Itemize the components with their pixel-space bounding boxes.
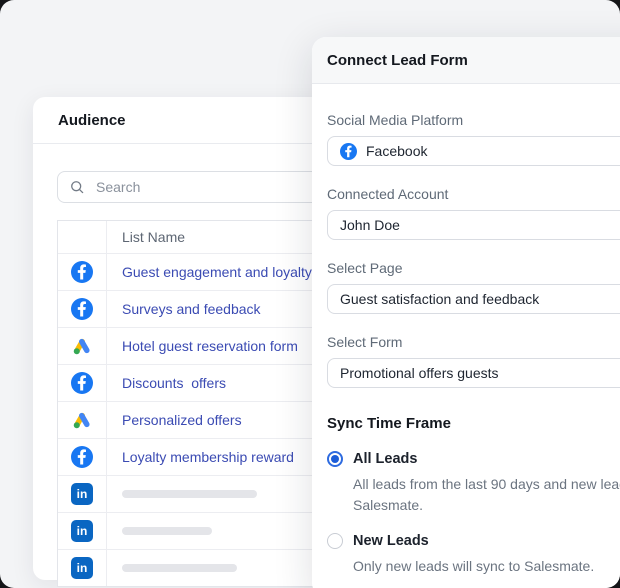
search-icon [69,179,85,195]
all-leads-label: All Leads [353,451,418,467]
form-label: Select Form [327,334,403,350]
skeleton-bar [122,564,237,572]
skeleton-bar [122,490,257,498]
linkedin-icon: in [58,550,107,586]
page-label: Select Page [327,260,403,276]
field-group-page: Select Page Guest satisfaction and feedb… [327,258,620,314]
facebook-icon [58,254,107,290]
linkedin-icon: in [58,476,107,512]
platform-select[interactable]: Facebook [327,136,620,166]
radio-option-new-leads[interactable]: New Leads Only new leads will sync to Sa… [327,530,620,577]
facebook-icon [340,142,357,160]
connect-panel-body: Social Media Platform Facebook Connected… [312,84,620,577]
radio-option-all-leads[interactable]: All Leads All leads from the last 90 day… [327,448,620,516]
account-label: Connected Account [327,186,449,202]
google-ads-icon [58,328,107,364]
connect-panel-header: Connect Lead Form [312,37,620,84]
screen: Audience List Name [0,0,620,588]
icon-column-header [58,221,107,253]
field-group-account: Connected Account John Doe [327,184,620,240]
field-group-form: Select Form Promotional offers guests [327,332,620,388]
sync-time-frame-heading: Sync Time Frame [327,415,451,432]
all-leads-description: All leads from the last 90 days and new … [353,476,620,513]
audience-title: Audience [58,111,126,129]
connect-lead-form-panel: Connect Lead Form Social Media Platform … [312,37,620,588]
radio-selected-icon[interactable] [327,451,343,467]
platform-label: Social Media Platform [327,112,464,128]
facebook-icon [58,291,107,327]
linkedin-icon: in [58,513,107,549]
facebook-icon [58,439,107,475]
page-value: Guest satisfaction and feedback [340,291,540,307]
google-ads-icon [58,402,107,438]
skeleton-bar [122,527,212,535]
radio-unselected-icon[interactable] [327,533,343,549]
new-leads-description: Only new leads will sync to Salesmate. [353,558,595,574]
account-value: John Doe [340,217,400,233]
form-select[interactable]: Promotional offers guests [327,358,620,388]
connect-panel-title: Connect Lead Form [327,51,468,69]
field-group-platform: Social Media Platform Facebook [327,110,620,166]
page-select[interactable]: Guest satisfaction and feedback [327,284,620,314]
form-value: Promotional offers guests [340,365,499,381]
facebook-icon [58,365,107,401]
new-leads-label: New Leads [353,533,429,549]
platform-value: Facebook [366,143,428,159]
account-select[interactable]: John Doe [327,210,620,240]
